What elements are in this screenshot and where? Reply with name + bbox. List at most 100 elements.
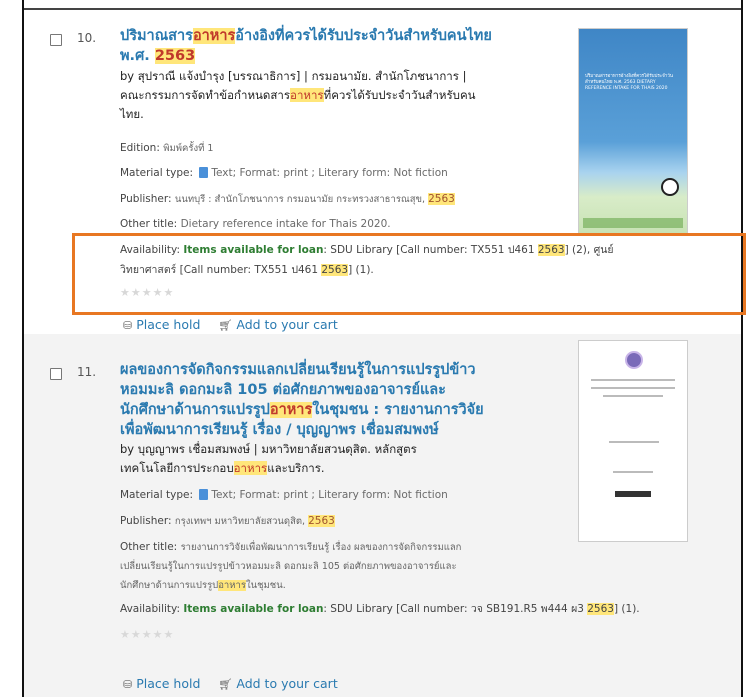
select-checkbox-10[interactable] xyxy=(50,34,62,46)
cover-line xyxy=(591,379,675,381)
hold-icon: ⛁ xyxy=(123,319,133,332)
material-label: Material type: xyxy=(120,167,197,179)
author-link[interactable]: เทคโนโลยีการประกอบ xyxy=(120,461,234,475)
other-title-label: Other title: xyxy=(120,218,181,230)
title-text: นักศึกษาด้านการแปรรูป xyxy=(120,402,270,418)
cover-logo xyxy=(661,178,679,196)
call-number: : SDU Library [Call number: วจ SB191.R5 … xyxy=(323,603,588,615)
other-title-line-3: นักศึกษาด้านการแปรรูปอาหารในชุมชน. xyxy=(120,578,286,593)
other-title-value: รายงานการวิจัยเพื่อพัฒนาการเรียนรู้ เรื่… xyxy=(180,542,462,553)
availability-label: Availability: xyxy=(120,603,184,615)
other-title-line: Other title: Dietary reference intake fo… xyxy=(120,217,391,232)
cover-line xyxy=(609,441,659,443)
other-title-value: เปลี่ยนเรียนรู้ในการแปรรูปข้าวหอมมะลิ ดอ… xyxy=(120,561,457,572)
call-number: ] (2), ศูนย์ xyxy=(564,244,614,256)
material-rest: ; Format: print ; Literary form: Not fic… xyxy=(232,167,448,179)
other-title-line: Other title: รายงานการวิจัยเพื่อพัฒนาการ… xyxy=(120,540,461,555)
record-title-link[interactable]: ปริมาณสารอาหารอ้างอิงที่ควรได้รับประจำวั… xyxy=(120,26,492,66)
author-highlight: อาหาร xyxy=(290,88,324,102)
author-link[interactable]: กรมอนามัย. สำนักโภชนาการ | xyxy=(312,69,467,83)
title-text: ผลของการจัดกิจกรรมแลกเปลี่ยนเรียนรู้ในกา… xyxy=(120,362,476,378)
title-highlight: อาหาร xyxy=(192,28,236,44)
top-divider xyxy=(22,0,743,10)
cover-line xyxy=(613,471,653,473)
edition-label: Edition: xyxy=(120,142,164,154)
record-authors: by สุปราณี แจ้งบำรุง [บรรณาธิการ] | กรมอ… xyxy=(120,67,476,124)
by-label: by xyxy=(120,442,138,456)
title-text: ปริมาณสาร xyxy=(120,28,193,44)
cover-footer xyxy=(583,218,683,228)
material-value: Text xyxy=(211,489,233,501)
cover-line xyxy=(591,387,675,389)
author-link[interactable]: บุญญาพร เชื่อมสมพงษ์ xyxy=(138,442,250,456)
edition-value: พิมพ์ครั้งที่ 1 xyxy=(163,143,214,154)
select-checkbox-11[interactable] xyxy=(50,368,62,380)
record-authors: by บุญญาพร เชื่อมสมพงษ์ | มหาวิทยาลัยสวน… xyxy=(120,440,417,478)
title-text: เพื่อพัฒนาการเรียนรู้ เรื่อง / บุญญาพร เ… xyxy=(120,422,439,438)
author-link[interactable]: ที่ควรได้รับประจำวันสำหรับคน xyxy=(324,88,476,102)
text-type-icon xyxy=(199,489,209,500)
other-title-label: Other title: xyxy=(120,541,181,553)
add-to-cart-link[interactable]: Add to your cart xyxy=(236,676,337,691)
other-title-value: ในชุมชน. xyxy=(245,580,286,591)
availability-status: Items available for loan xyxy=(183,244,324,256)
hold-icon: ⛁ xyxy=(123,678,133,691)
edition-line: Edition: พิมพ์ครั้งที่ 1 xyxy=(120,141,213,156)
call-number-year: 2563 xyxy=(587,603,614,615)
material-value: Text xyxy=(211,167,233,179)
title-text: อ้างอิงที่ควรได้รับประจำวันสำหรับคนไทย xyxy=(235,28,492,44)
other-title-highlight: อาหาร xyxy=(218,580,246,591)
material-rest: ; Format: print ; Literary form: Not fic… xyxy=(232,489,448,501)
other-title-value: Dietary reference intake for Thais 2020. xyxy=(180,218,391,230)
cart-icon: 🛒︎ xyxy=(218,319,233,332)
other-title-line-2: เปลี่ยนเรียนรู้ในการแปรรูปข้าวหอมมะลิ ดอ… xyxy=(120,559,457,574)
publisher-link[interactable]: กรุงเทพฯ มหาวิทยาลัยสวนดุสิต, xyxy=(175,516,308,527)
publisher-link[interactable]: นนทบุรี : สำนักโภชนาการ กรมอนามัย กระทรว… xyxy=(175,194,428,205)
author-highlight: อาหาร xyxy=(233,461,268,475)
title-text: หอมมะลิ ดอกมะลิ 105 ต่อศักยภาพของอาจารย์… xyxy=(120,382,446,398)
record-number: 11. xyxy=(77,365,97,379)
add-to-cart-link[interactable]: Add to your cart xyxy=(236,317,337,332)
right-border xyxy=(741,0,743,697)
publisher-label: Publisher: xyxy=(120,515,175,527)
availability-line-2: วิทยาศาสตร์ [Call number: TX551 ป461 256… xyxy=(120,263,374,278)
author-link[interactable]: มหาวิทยาลัยสวนดุสิต. หลักสูตร xyxy=(261,442,417,456)
by-label: by xyxy=(120,69,138,83)
university-seal-icon xyxy=(625,351,643,369)
availability-label: Availability: xyxy=(120,244,184,256)
publisher-year: 2563 xyxy=(428,193,455,205)
author-link[interactable]: ไทย. xyxy=(120,107,144,121)
rating-stars[interactable]: ★★★★★ xyxy=(120,628,174,641)
separator: | xyxy=(250,442,262,456)
call-number: วิทยาศาสตร์ [Call number: TX551 ป461 xyxy=(120,264,322,276)
separator: | xyxy=(300,69,312,83)
material-label: Material type: xyxy=(120,489,197,501)
cover-line xyxy=(603,395,663,397)
title-text: ในชุมชน : รายงานการวิจัย xyxy=(312,402,484,418)
title-text: พ.ศ. xyxy=(120,48,155,64)
record-title-link[interactable]: ผลของการจัดกิจกรรมแลกเปลี่ยนเรียนรู้ในกา… xyxy=(120,360,484,440)
author-link[interactable]: คณะกรรมการจัดทำข้อกำหนดสาร xyxy=(120,88,290,102)
book-cover-11[interactable] xyxy=(578,340,688,542)
author-link[interactable]: และบริการ. xyxy=(267,461,324,475)
author-link[interactable]: สุปราณี แจ้งบำรุง [บรรณาธิการ] xyxy=(138,69,301,83)
publisher-year: 2563 xyxy=(308,515,335,527)
material-type-line: Material type: Text; Format: print ; Lit… xyxy=(120,488,448,503)
call-number-year: 2563 xyxy=(537,244,565,256)
availability-line: Availability: Items available for loan: … xyxy=(120,243,614,258)
book-cover-10[interactable]: ปริมาณสารอาหารอ้างอิงที่ควรได้รับประจำวั… xyxy=(578,28,688,235)
other-title-value: นักศึกษาด้านการแปรรูป xyxy=(120,580,219,591)
rating-stars[interactable]: ★★★★★ xyxy=(120,286,174,299)
call-number-year: 2563 xyxy=(321,264,349,276)
place-hold-link[interactable]: Place hold xyxy=(136,317,200,332)
publisher-line: Publisher: นนทบุรี : สำนักโภชนาการ กรมอน… xyxy=(120,192,455,207)
availability-line: Availability: Items available for loan: … xyxy=(120,602,640,617)
title-highlight: อาหาร xyxy=(269,402,313,418)
publisher-label: Publisher: xyxy=(120,193,175,205)
place-hold-link[interactable]: Place hold xyxy=(136,676,200,691)
call-number: : SDU Library [Call number: TX551 ป461 xyxy=(323,244,538,256)
availability-status: Items available for loan xyxy=(183,603,324,615)
record-actions: ⛁ Place hold 🛒︎ Add to your cart xyxy=(123,317,338,332)
publisher-line: Publisher: กรุงเทพฯ มหาวิทยาลัยสวนดุสิต,… xyxy=(120,514,335,529)
material-type-line: Material type: Text; Format: print ; Lit… xyxy=(120,166,448,181)
